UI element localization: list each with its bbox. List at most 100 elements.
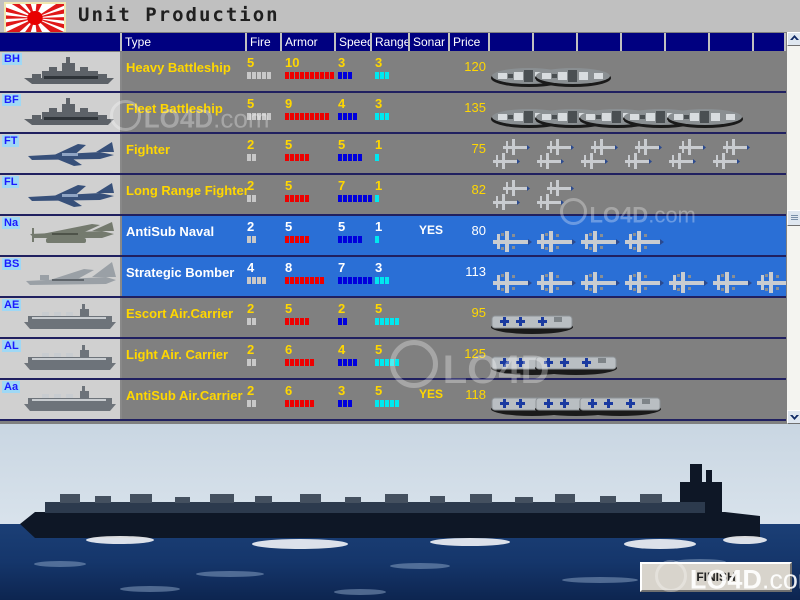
production-unit[interactable] [534,352,618,376]
unit-code-badge: AE [2,299,22,311]
stat-speed-value: 2 [338,301,346,316]
unit-icon-cell[interactable]: FT [0,134,122,173]
scroll-down-button[interactable] [787,410,800,424]
production-queue[interactable] [490,298,786,337]
production-unit[interactable] [490,176,532,212]
production-queue[interactable] [490,134,786,173]
stat-armor-value: 8 [285,260,293,275]
production-queue[interactable] [490,339,786,378]
stat-armor-value: 9 [285,96,293,111]
carrier-sprite [24,304,116,329]
scrollbar-thumb[interactable] [787,210,800,226]
production-unit[interactable] [622,270,664,294]
stat-range: 1 [375,179,415,202]
production-unit[interactable] [666,106,744,130]
stat-speed-pips [338,113,378,120]
column-header-p3[interactable] [578,33,622,51]
column-header-type[interactable]: Type [122,33,247,51]
production-queue[interactable] [490,93,786,132]
production-unit[interactable] [754,270,786,294]
production-unit[interactable] [622,229,664,253]
stat-speed: 3 [338,384,378,407]
column-header-fire[interactable]: Fire [247,33,282,51]
stat-fire-value: 2 [247,219,255,234]
vertical-scrollbar[interactable] [786,32,800,424]
production-unit[interactable] [534,65,612,89]
production-queue[interactable] [490,257,786,296]
production-unit[interactable] [578,393,662,417]
production-unit[interactable] [490,311,574,335]
column-header-price[interactable]: Price [450,33,490,51]
production-unit[interactable] [578,270,620,294]
production-queue[interactable] [490,175,786,214]
table-row[interactable]: FL Long Range Fighter 2 5 7 1 82 [0,175,786,216]
unit-icon-cell[interactable]: BF [0,93,122,132]
unit-type-name: Light Air. Carrier [126,347,229,362]
stat-speed: 3 [338,56,378,79]
table-row[interactable]: BH Heavy Battleship 5 10 3 3 120 [0,52,786,93]
unit-code-badge: FL [2,176,20,188]
unit-icon-cell[interactable]: AE [0,298,122,337]
column-header-sonar[interactable]: Sonar [410,33,450,51]
production-queue[interactable] [490,216,786,255]
column-header-p5[interactable] [666,33,710,51]
unit-icon-cell[interactable]: Na [0,216,122,255]
production-unit[interactable] [622,135,664,171]
stat-armor-pips [285,277,325,284]
column-header-range[interactable]: Range [372,33,410,51]
stat-armor-pips [285,72,334,79]
table-row[interactable]: AE Escort Air.Carrier 2 5 2 5 95 [0,298,786,339]
table-row[interactable]: Na AntiSub Naval 2 5 5 1 YES 80 [0,216,786,257]
production-unit[interactable] [710,270,752,294]
column-header-p2[interactable] [534,33,578,51]
stat-range-pips [375,236,415,243]
production-queue[interactable] [490,380,786,419]
table-row[interactable]: FT Fighter 2 5 5 1 75 [0,134,786,175]
unit-type-name: Long Range Fighter [126,183,249,198]
stat-fire-value: 4 [247,260,255,275]
unit-icon-cell[interactable]: Aa [0,380,122,419]
table-row[interactable]: BF Fleet Battleship 5 9 4 3 135 [0,93,786,134]
column-header-p1[interactable] [490,33,534,51]
unit-price: 125 [464,346,486,361]
production-unit[interactable] [490,270,532,294]
production-unit[interactable] [490,135,532,171]
stat-range: 3 [375,261,415,284]
unit-icon-cell[interactable]: BH [0,52,122,91]
production-unit[interactable] [578,135,620,171]
heavy-bomber-sprite [26,262,116,285]
stat-fire: 2 [247,138,287,161]
stat-fire-pips [247,154,287,161]
production-unit[interactable] [710,135,752,171]
stat-fire: 4 [247,261,287,284]
column-header-p7[interactable] [754,33,786,51]
scroll-up-button[interactable] [787,32,800,46]
finish-button[interactable]: FINISH [640,562,792,592]
production-unit[interactable] [534,176,576,212]
production-unit[interactable] [666,270,708,294]
column-header-p6[interactable] [710,33,754,51]
column-header-armor[interactable]: Armor [282,33,336,51]
unit-icon-cell[interactable]: FL [0,175,122,214]
column-header-icon[interactable] [0,33,122,51]
production-unit[interactable] [490,229,532,253]
column-header-speed[interactable]: Speed [336,33,372,51]
stat-speed-pips [338,195,378,202]
production-queue[interactable] [490,52,786,91]
table-row[interactable]: BS Strategic Bomber 4 8 7 3 113 [0,257,786,298]
unit-code-badge: FT [2,135,20,147]
production-unit[interactable] [534,135,576,171]
production-unit[interactable] [578,229,620,253]
stat-armor-pips [285,236,325,243]
column-header-p4[interactable] [622,33,666,51]
stat-armor-pips [285,318,325,325]
table-row[interactable]: Aa AntiSub Air.Carrier 2 6 3 5 YES 118 [0,380,786,421]
production-unit[interactable] [666,135,708,171]
unit-icon-cell[interactable]: AL [0,339,122,378]
production-unit[interactable] [534,229,576,253]
chevron-up-icon [789,35,799,40]
table-row[interactable]: AL Light Air. Carrier 2 6 4 5 125 [0,339,786,380]
stat-armor-value: 5 [285,137,293,152]
unit-icon-cell[interactable]: BS [0,257,122,296]
production-unit[interactable] [534,270,576,294]
